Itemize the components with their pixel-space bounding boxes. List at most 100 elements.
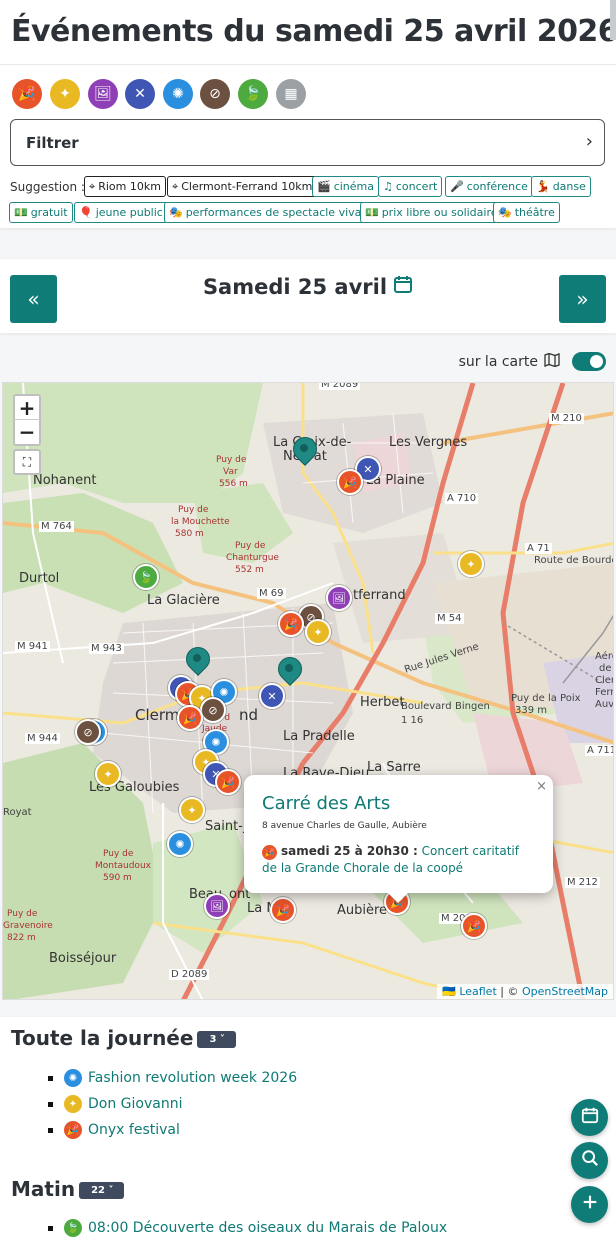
divider	[0, 64, 616, 65]
zoom-in-button[interactable]: +	[13, 394, 41, 420]
fullscreen-button[interactable]: ⛶	[13, 449, 41, 475]
suggestion-chip[interactable]: 🎭 performances de spectacle vivant	[164, 202, 378, 223]
list-item[interactable]: 🎉 Onyx festival	[48, 1121, 180, 1139]
count-badge[interactable]: 3 ˅	[197, 1031, 236, 1048]
map-label: Herbet	[360, 695, 405, 710]
event-marker[interactable]: 🎉	[337, 469, 363, 495]
suggestion-chip[interactable]: ⌖ Clermont-Ferrand 10km	[167, 176, 318, 197]
suggestion-chip[interactable]: ⌖ Riom 10km	[84, 176, 166, 197]
suggestion-chip[interactable]: 💵 gratuit	[9, 202, 73, 223]
event-marker[interactable]: ✦	[458, 551, 484, 577]
scrollbar[interactable]	[610, 0, 616, 40]
map-label: Les Vergnes	[389, 435, 468, 450]
suggestion-chip[interactable]: 💃 danse	[531, 176, 591, 197]
map-label: La Sarre	[367, 760, 421, 775]
nature-icon: 🍃	[64, 1219, 82, 1237]
map-label: Cler	[595, 675, 614, 686]
event-marker[interactable]: 🎉	[215, 769, 241, 795]
map-label: D 2089	[169, 969, 210, 980]
category-show-icon[interactable]: ✦	[50, 79, 80, 109]
list-item[interactable]: 🍃 08:00 Découverte des oiseaux du Marais …	[48, 1219, 447, 1237]
map-label: M 764	[39, 521, 74, 532]
map-label: M 941	[15, 641, 50, 652]
suggestion-chip[interactable]: 🎈 jeune public	[74, 202, 168, 223]
suggestion-chip[interactable]: 💵 prix libre ou solidaire	[360, 202, 503, 223]
popup-title[interactable]: Carré des Arts	[262, 793, 390, 814]
event-marker[interactable]: 🎉	[270, 897, 296, 923]
event-marker[interactable]: ⊘	[75, 719, 101, 745]
event-marker[interactable]: 🎉	[278, 611, 304, 637]
category-nature-icon[interactable]: 🍃	[238, 79, 268, 109]
zoom-out-button[interactable]: −	[13, 420, 41, 446]
event-marker[interactable]: ✕	[259, 683, 285, 709]
count-badge[interactable]: 22 ˅	[79, 1182, 125, 1199]
map-label: Boisséjour	[49, 951, 117, 966]
map-label: Ferr	[595, 687, 614, 698]
event-marker[interactable]: 🎉	[177, 705, 203, 731]
day-title[interactable]: Samedi 25 avril	[0, 274, 616, 299]
event-marker[interactable]: 🖼	[326, 585, 352, 611]
category-misc-icon[interactable]: ▦	[276, 79, 306, 109]
category-animation-icon[interactable]: ✺	[163, 79, 193, 109]
add-fab-button[interactable]	[571, 1186, 608, 1223]
popup-address: 8 avenue Charles de Gaulle, Aubière	[262, 821, 427, 831]
event-list: Toute la journée 3 ˅ ✺ Fashion revolution …	[0, 1017, 616, 1238]
map-label: Aéro	[595, 651, 613, 662]
calendar-icon[interactable]	[393, 274, 413, 299]
map-label: Puy de la Poix	[511, 693, 581, 704]
event-marker[interactable]: ⊘	[200, 697, 226, 723]
category-exhibition-icon[interactable]: 🖼	[88, 79, 118, 109]
map-attribution: 🇺🇦 Leaflet | © OpenStreetMap	[437, 984, 613, 999]
map-label: M 54	[435, 613, 464, 624]
map-label: Boulevard	[401, 701, 452, 712]
event-marker[interactable]: 🎉	[461, 913, 487, 939]
map[interactable]: La Croix-de- Neyrat Les Vergnes La Plain…	[2, 382, 614, 1000]
bullet	[48, 1101, 53, 1107]
event-marker[interactable]: ✺	[167, 831, 193, 857]
map-label: Bingen	[455, 701, 490, 712]
category-workshop-icon[interactable]: ✕	[125, 79, 155, 109]
list-item[interactable]: ✺ Fashion revolution week 2026	[48, 1069, 297, 1087]
bullet	[48, 1075, 53, 1081]
plus-icon	[581, 1193, 599, 1216]
suggestion-chip[interactable]: 🎬 cinéma	[312, 176, 380, 197]
map-label: la Mouchette	[171, 517, 230, 527]
bullet	[48, 1225, 53, 1231]
filter-label: Filtrer	[26, 134, 79, 152]
map-label: A 711	[585, 745, 613, 756]
search-fab-button[interactable]	[571, 1142, 608, 1179]
chevron-right-icon: ›	[585, 131, 593, 152]
map-label: Var	[223, 467, 238, 477]
event-marker[interactable]: ✦	[179, 797, 205, 823]
map-label: Montaudoux	[95, 861, 151, 871]
category-party-icon[interactable]: 🎉	[12, 79, 42, 109]
calendar-fab-button[interactable]	[571, 1099, 608, 1136]
popup-event: 🎉 samedi 25 à 20h30 : Concert caritatif d…	[262, 843, 535, 877]
section-allday-title: Toute la journée 3 ˅	[11, 1026, 236, 1050]
suggestion-chip[interactable]: 🎤 conférence	[445, 176, 533, 197]
category-discovery-icon[interactable]: ⊘	[200, 79, 230, 109]
next-day-button[interactable]: »	[559, 275, 606, 323]
event-marker[interactable]: 🍃	[133, 564, 159, 590]
map-label: nd	[239, 706, 259, 724]
section-morning-title: Matin 22 ˅	[11, 1177, 125, 1201]
map-toggle-switch[interactable]	[572, 352, 606, 371]
suggestion-chip[interactable]: 🎭 théâtre	[493, 202, 560, 223]
event-marker[interactable]: ✦	[95, 761, 121, 787]
calendar-icon	[581, 1106, 599, 1129]
map-label: Nohanent	[33, 473, 97, 488]
map-label: de	[599, 663, 612, 674]
map-label: Puy de	[103, 849, 134, 859]
list-item[interactable]: ✦ Don Giovanni	[48, 1095, 182, 1113]
suggestion-chip[interactable]: ♫ concert	[378, 176, 443, 197]
map-label: Gravenoire	[3, 921, 53, 931]
filter-button[interactable]: Filtrer ›	[10, 119, 605, 166]
map-label: 552 m	[235, 565, 264, 575]
event-marker[interactable]: ✦	[305, 619, 331, 645]
map-label: 339 m	[515, 705, 548, 716]
map-label: M 2089	[319, 383, 361, 390]
leaflet-link[interactable]: Leaflet	[459, 985, 496, 998]
osm-link[interactable]: OpenStreetMap	[522, 985, 608, 998]
close-icon[interactable]: ×	[536, 779, 547, 794]
event-marker[interactable]: 🖼	[204, 893, 230, 919]
